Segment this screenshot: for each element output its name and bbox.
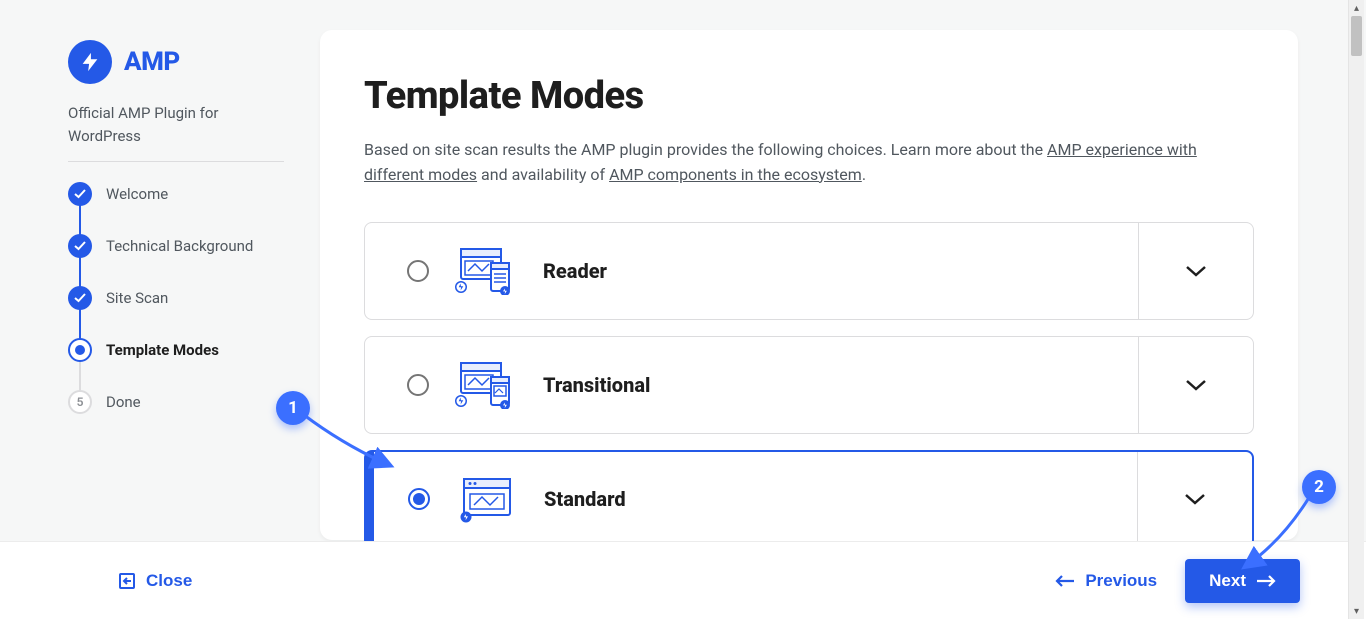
wizard-sidebar: AMP Official AMP Plugin for WordPress We… (0, 20, 320, 540)
wizard-main: Template Modes Based on site scan result… (320, 20, 1366, 540)
future-step-icon: 5 (68, 390, 92, 414)
previous-button[interactable]: Previous (1055, 571, 1157, 591)
wizard-steps: Welcome Technical Background Site Scan T… (68, 182, 284, 414)
transitional-mode-icon (455, 361, 517, 409)
page-description: Based on site scan results the AMP plugi… (364, 138, 1254, 188)
option-label: Standard (544, 487, 626, 511)
standard-mode-icon (456, 475, 518, 523)
page-title: Template Modes (364, 74, 1254, 118)
annotation-2-arrow (1238, 490, 1318, 580)
close-button[interactable]: Close (118, 571, 192, 591)
step-template-modes[interactable]: Template Modes (68, 338, 284, 390)
expand-toggle[interactable] (1137, 452, 1252, 546)
brand-subtitle: Official AMP Plugin for WordPress (68, 102, 284, 147)
step-label: Site Scan (106, 289, 168, 307)
radio-checked-icon[interactable] (408, 488, 430, 510)
chevron-down-icon (1184, 493, 1206, 505)
option-label: Transitional (543, 373, 650, 397)
step-technical-background[interactable]: Technical Background (68, 234, 284, 286)
arrow-left-icon (1055, 574, 1075, 588)
check-icon (68, 286, 92, 310)
sidebar-divider (68, 161, 284, 162)
radio-unchecked-icon[interactable] (407, 260, 429, 282)
option-standard[interactable]: Standard (364, 450, 1254, 548)
step-label: Technical Background (106, 237, 253, 255)
amp-logo-icon (68, 40, 112, 84)
scroll-down-icon[interactable]: ▾ (1349, 603, 1364, 619)
step-label: Welcome (106, 185, 168, 203)
annotation-1-badge: 1 (276, 391, 310, 425)
option-reader[interactable]: Reader (364, 222, 1254, 320)
brand-name: AMP (124, 47, 180, 77)
wizard-footer: Close Previous Next (0, 541, 1366, 619)
step-done: 5 Done (68, 390, 284, 414)
vertical-scrollbar[interactable]: ▴ ▾ (1348, 0, 1364, 619)
annotation-2-badge: 2 (1302, 470, 1336, 504)
content-card: Template Modes Based on site scan result… (320, 30, 1298, 540)
reader-mode-icon (455, 247, 517, 295)
expand-toggle[interactable] (1138, 337, 1253, 433)
check-icon (68, 182, 92, 206)
step-label: Template Modes (106, 341, 219, 359)
step-label: Done (106, 393, 141, 411)
link-amp-ecosystem[interactable]: AMP components in the ecosystem (609, 165, 862, 184)
chevron-down-icon (1185, 379, 1207, 391)
chevron-down-icon (1185, 265, 1207, 277)
expand-toggle[interactable] (1138, 223, 1253, 319)
radio-unchecked-icon[interactable] (407, 374, 429, 396)
current-step-icon (68, 338, 92, 362)
step-site-scan[interactable]: Site Scan (68, 286, 284, 338)
annotation-1-arrow (294, 400, 414, 480)
option-label: Reader (543, 259, 607, 283)
option-transitional[interactable]: Transitional (364, 336, 1254, 434)
scroll-up-icon[interactable]: ▴ (1349, 0, 1364, 16)
exit-icon (118, 572, 136, 590)
step-welcome[interactable]: Welcome (68, 182, 284, 234)
check-icon (68, 234, 92, 258)
brand-row: AMP (68, 40, 284, 84)
scrollbar-thumb[interactable] (1351, 16, 1362, 56)
template-mode-options: Reader (364, 222, 1254, 548)
